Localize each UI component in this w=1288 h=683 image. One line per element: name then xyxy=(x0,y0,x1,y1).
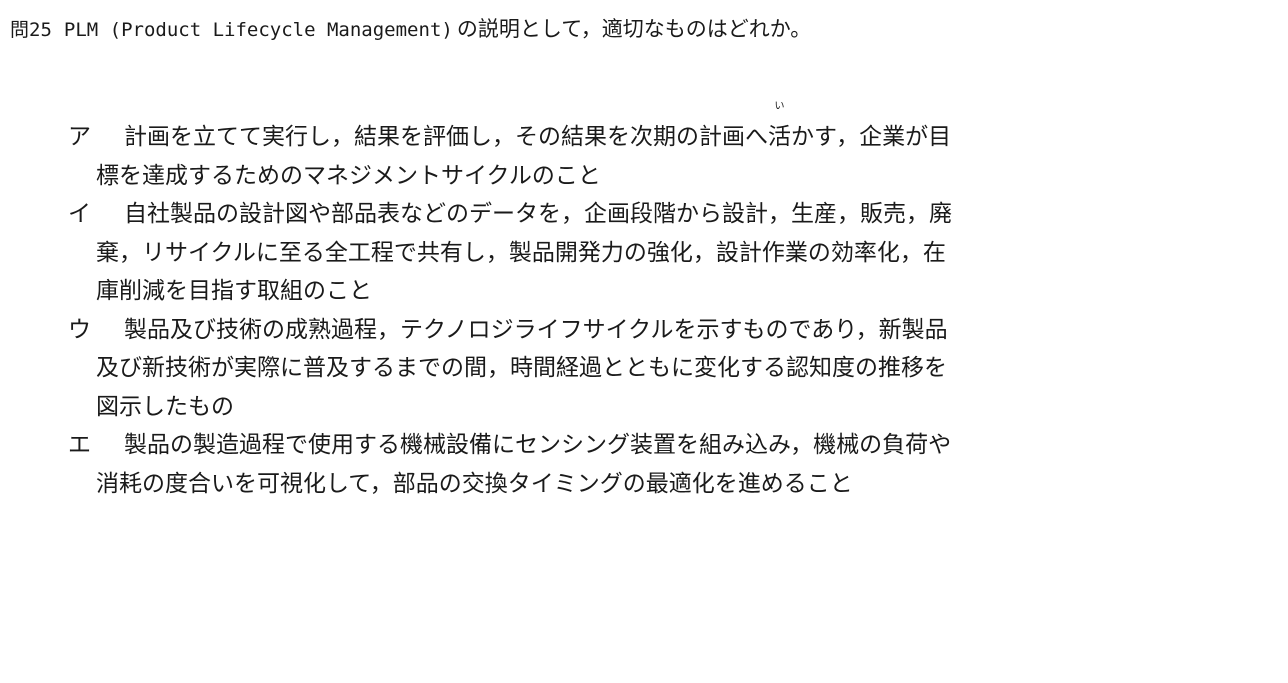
option-u-label: ウ xyxy=(68,316,91,343)
option-a-line-2: 標を達成するためのマネジメントサイクルのこと xyxy=(96,162,601,189)
option-e: エ 製品の製造過程で使用する機械設備にセンシング装置を組み込み，機械の負荷や 消… xyxy=(68,426,1138,503)
option-u-line-1: 製品及び技術の成熟過程，テクノロジライフサイクルを示すものであり，新製品 xyxy=(124,316,948,343)
option-a-text-1b: かす，企業が目 xyxy=(791,124,952,150)
option-a-label: ア xyxy=(68,124,91,150)
ruby-reading: い xyxy=(774,101,785,112)
question-number: 問25 xyxy=(10,19,52,41)
question-text: 問25 PLM (Product Lifecycle Management) の説明… xyxy=(10,14,811,45)
option-e-line-2: 消耗の度合いを可視化して，部品の交換タイミングの最適化を進めること xyxy=(96,470,853,497)
option-e-label: エ xyxy=(68,432,91,458)
question-english-term: PLM (Product Lifecycle Management) xyxy=(63,19,453,41)
option-a: ア 計画を立てて実行し，結果を評価し，その結果を次期の計画へ活いかす，企業が目 … xyxy=(68,102,1138,195)
option-u-line-2: 及び新技術が実際に普及するまでの間，時間経過とともに変化する認知度の推移を xyxy=(96,355,947,381)
option-i-line-3: 庫削減を目指す取組のこと xyxy=(96,278,372,304)
ruby-annotated-char: 活い xyxy=(768,102,791,157)
question-body: の説明として，適切なものはどれか。 xyxy=(456,17,812,41)
option-a-line-1: 計画を立てて実行し，結果を評価し，その結果を次期の計画へ活いかす，企業が目 xyxy=(68,102,1138,157)
option-i-line-1: 自社製品の設計図や部品表などのデータを，企画段階から設計，生産，販売，廃 xyxy=(124,201,952,227)
option-i: イ 自社製品の設計図や部品表などのデータを，企画段階から設計，生産，販売，廃 棄… xyxy=(68,195,1138,311)
option-e-line-1: 製品の製造過程で使用する機械設備にセンシング装置を組み込み，機械の負荷や xyxy=(124,432,952,458)
option-u-line-3: 図示したもの xyxy=(96,393,234,420)
option-i-line-2: 棄，リサイクルに至る全工程で共有し，製品開発力の強化，設計作業の効率化，在 xyxy=(96,239,946,266)
option-u: ウ 製品及び技術の成熟過程，テクノロジライフサイクルを示すものであり，新製品 及… xyxy=(68,311,1138,427)
option-a-text-1a: 計画を立てて実行し，結果を評価し，その結果を次期の計画へ xyxy=(124,124,768,150)
option-i-label: イ xyxy=(68,201,91,227)
answer-options: ア 計画を立てて実行し，結果を評価し，その結果を次期の計画へ活いかす，企業が目 … xyxy=(68,102,1138,503)
ruby-base: 活 xyxy=(768,124,791,150)
